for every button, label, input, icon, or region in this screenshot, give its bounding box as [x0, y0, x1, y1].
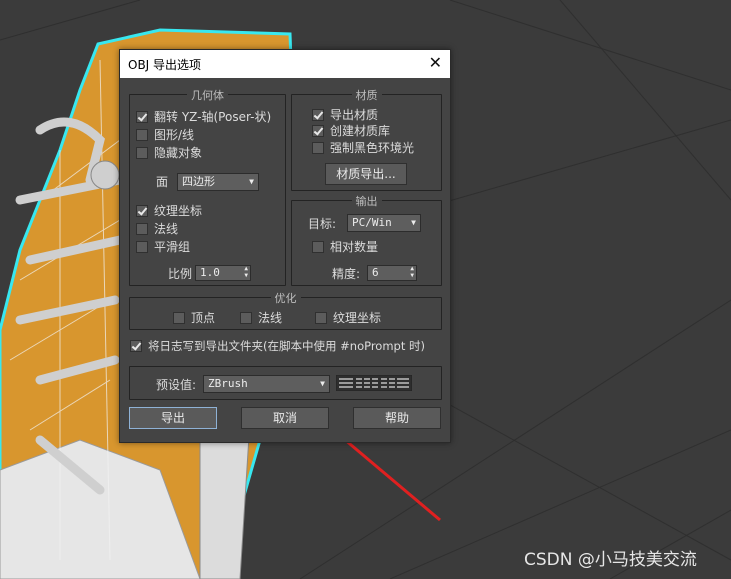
geometry-group-title: 几何体 — [187, 89, 228, 102]
preset-value: ZBrush — [208, 377, 248, 390]
checkbox-box[interactable] — [136, 147, 148, 159]
force-black-ambient-label: 强制黑色环境光 — [330, 141, 415, 155]
spinner-arrows-icon[interactable]: ▲ ▼ — [244, 265, 248, 279]
optimize-normals-checkbox[interactable]: 法线 — [240, 310, 282, 326]
target-label: 目标: — [308, 217, 337, 231]
relative-numbers-label: 相对数量 — [330, 240, 379, 254]
dialog-titlebar: OBJ 导出选项 ✕ — [120, 50, 450, 78]
chevron-down-icon: ▼ — [411, 218, 416, 227]
optimize-texture-coords-checkbox[interactable]: 纹理坐标 — [315, 310, 381, 326]
scale-value: 1.0 — [200, 266, 220, 279]
export-materials-label: 导出材质 — [330, 108, 379, 122]
optimize-normals-label: 法线 — [258, 311, 283, 325]
shapes-label: 图形/线 — [154, 128, 195, 142]
create-library-checkbox[interactable]: 创建材质库 — [312, 123, 390, 139]
checkbox-box[interactable] — [240, 312, 252, 324]
texture-coords-label: 纹理坐标 — [154, 204, 203, 218]
preset-group: 预设值: ZBrush ▼ — [129, 366, 442, 400]
checkbox-box[interactable] — [136, 241, 148, 253]
faces-value: 四边形 — [182, 175, 215, 188]
help-button[interactable]: 帮助 — [353, 407, 441, 429]
checkbox-box[interactable] — [312, 125, 324, 137]
obj-export-dialog: OBJ 导出选项 ✕ 几何体 翻转 YZ-轴(Poser-状) 图形/线 隐藏对… — [119, 49, 451, 443]
texture-coords-checkbox[interactable]: 纹理坐标 — [136, 203, 202, 219]
normals-label: 法线 — [154, 222, 179, 236]
write-log-label: 将日志写到导出文件夹(在脚本中使用 #noPrompt 时) — [148, 339, 425, 353]
checkbox-box[interactable] — [136, 111, 148, 123]
write-log-checkbox[interactable]: 将日志写到导出文件夹(在脚本中使用 #noPrompt 时) — [130, 338, 425, 354]
optimize-group-title: 优化 — [270, 292, 301, 305]
material-export-button[interactable]: 材质导出... — [325, 163, 407, 185]
faces-label: 面 — [156, 175, 169, 189]
watermark: CSDN @小马技美交流 — [524, 550, 697, 570]
checkbox-box[interactable] — [136, 223, 148, 235]
cancel-button[interactable]: 取消 — [241, 407, 329, 429]
checkbox-box[interactable] — [312, 241, 324, 253]
optimize-group: 优化 顶点 法线 纹理坐标 — [129, 292, 442, 330]
precision-label: 精度: — [332, 267, 361, 281]
hidden-objects-checkbox[interactable]: 隐藏对象 — [136, 145, 202, 161]
smoothing-groups-checkbox[interactable]: 平滑组 — [136, 239, 190, 255]
geometry-group: 几何体 翻转 YZ-轴(Poser-状) 图形/线 隐藏对象 面 四边形 ▼ 纹… — [129, 89, 286, 286]
checkbox-box[interactable] — [136, 205, 148, 217]
normals-checkbox[interactable]: 法线 — [136, 221, 178, 237]
optimize-vertices-checkbox[interactable]: 顶点 — [173, 310, 215, 326]
create-library-label: 创建材质库 — [330, 124, 391, 138]
faces-select[interactable]: 四边形 ▼ — [177, 173, 259, 191]
checkbox-box[interactable] — [136, 129, 148, 141]
checkbox-box[interactable] — [130, 340, 142, 352]
scale-spinner[interactable]: 1.0 ▲ ▼ — [195, 265, 251, 281]
output-group: 输出 目标: PC/Win ▼ 相对数量 精度: 6 ▲ ▼ — [291, 195, 442, 286]
close-icon[interactable]: ✕ — [429, 53, 442, 73]
spinner-arrows-icon[interactable]: ▲ ▼ — [410, 265, 414, 279]
checkbox-box[interactable] — [173, 312, 185, 324]
checkbox-box[interactable] — [312, 109, 324, 121]
flip-yz-label: 翻转 YZ-轴(Poser-状) — [154, 110, 272, 124]
target-select[interactable]: PC/Win ▼ — [347, 214, 421, 232]
smoothing-groups-label: 平滑组 — [154, 240, 191, 254]
precision-value: 6 — [372, 266, 379, 279]
optimize-vertices-label: 顶点 — [191, 311, 216, 325]
preset-select[interactable]: ZBrush ▼ — [203, 375, 330, 393]
precision-spinner[interactable]: 6 ▲ ▼ — [367, 265, 417, 281]
preset-grid-icon[interactable] — [336, 375, 412, 391]
output-group-title: 输出 — [351, 195, 382, 208]
chevron-down-icon: ▼ — [249, 177, 254, 186]
target-value: PC/Win — [352, 216, 392, 229]
dialog-title: OBJ 导出选项 — [128, 58, 202, 72]
relative-numbers-checkbox[interactable]: 相对数量 — [312, 239, 378, 255]
material-group: 材质 导出材质 创建材质库 强制黑色环境光 材质导出... — [291, 89, 442, 191]
export-materials-checkbox[interactable]: 导出材质 — [312, 107, 378, 123]
flip-yz-checkbox[interactable]: 翻转 YZ-轴(Poser-状) — [136, 109, 271, 125]
hidden-objects-label: 隐藏对象 — [154, 146, 203, 160]
scale-label: 比例 — [168, 267, 193, 281]
chevron-down-icon: ▼ — [320, 379, 325, 388]
export-button[interactable]: 导出 — [129, 407, 217, 429]
shapes-checkbox[interactable]: 图形/线 — [136, 127, 194, 143]
material-group-title: 材质 — [351, 89, 382, 102]
checkbox-box[interactable] — [312, 142, 324, 154]
checkbox-box[interactable] — [315, 312, 327, 324]
preset-label: 预设值: — [156, 378, 197, 392]
force-black-ambient-checkbox[interactable]: 强制黑色环境光 — [312, 140, 414, 156]
optimize-texture-coords-label: 纹理坐标 — [333, 311, 382, 325]
